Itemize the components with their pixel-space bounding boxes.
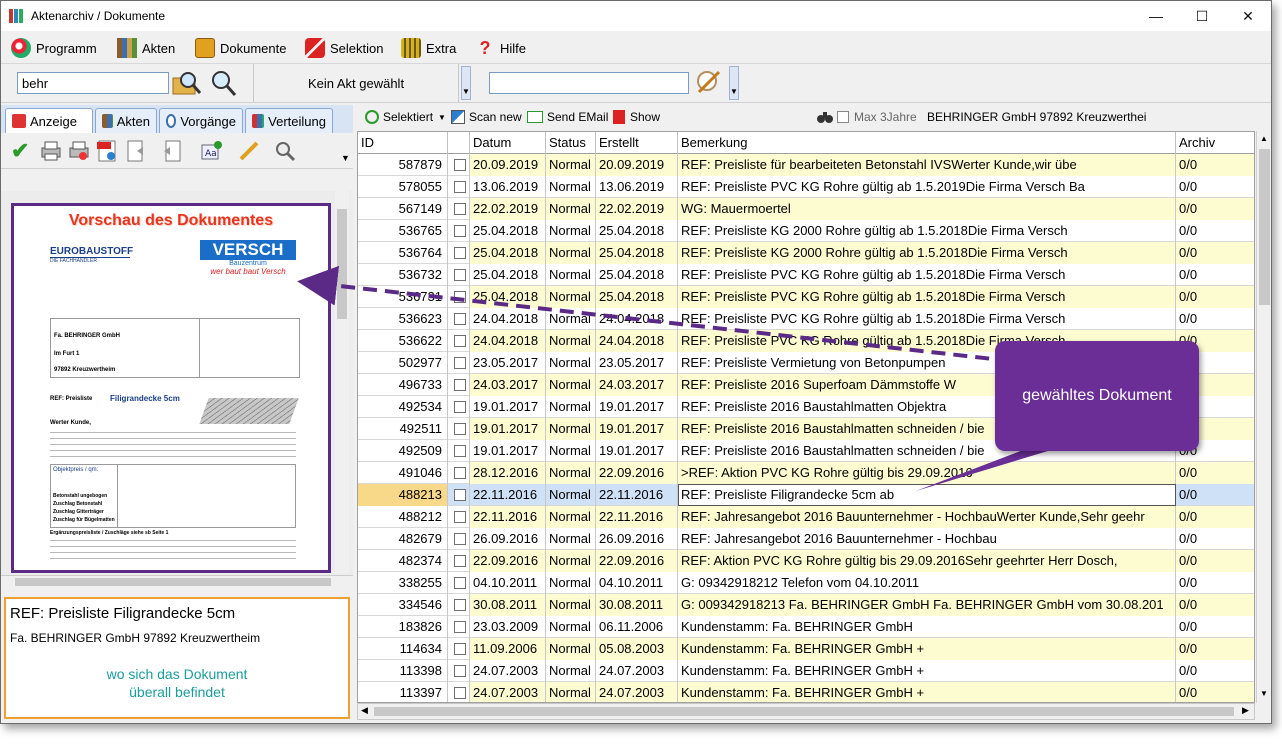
main-window: Aktenarchiv / Dokumente — ☐ ✕ Programm A… — [0, 0, 1272, 724]
selected-document-callout: gewähltes Dokument — [995, 341, 1199, 451]
